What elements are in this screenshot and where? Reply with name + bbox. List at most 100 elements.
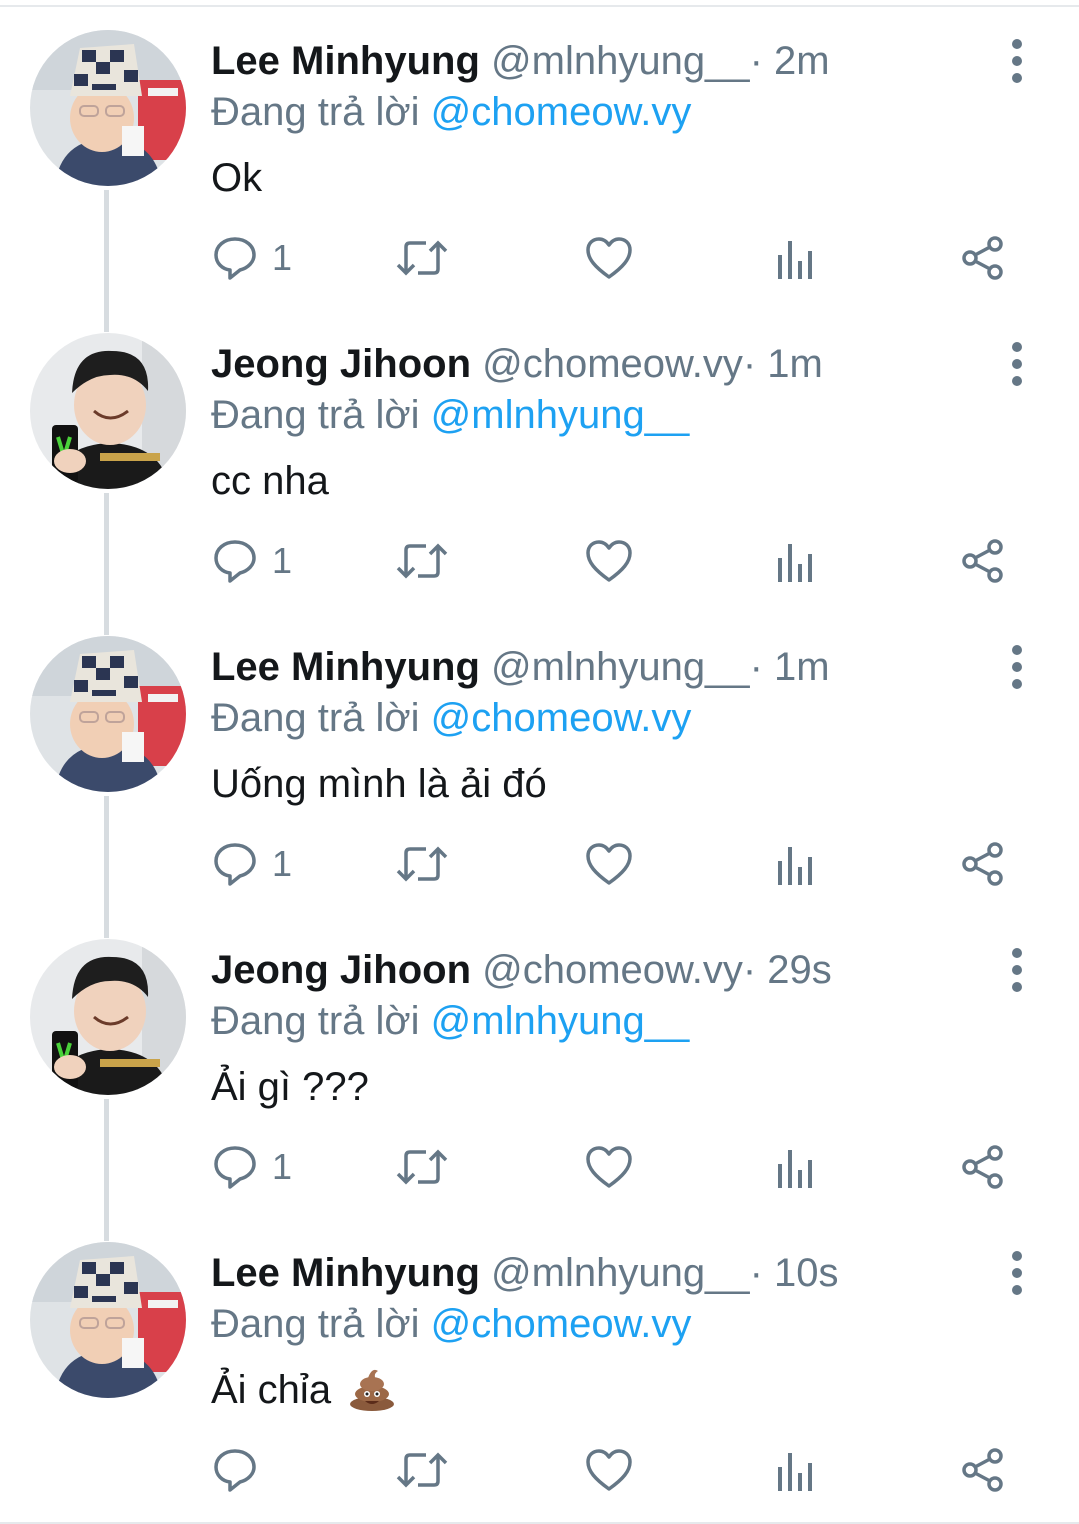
share-button[interactable]: [960, 1137, 1006, 1197]
retweet-icon: [396, 543, 448, 579]
avatar[interactable]: [30, 1242, 186, 1398]
author-name[interactable]: Jeong Jihoon: [211, 948, 471, 992]
analytics-icon: [778, 1453, 812, 1491]
separator: ·: [749, 645, 763, 689]
share-button[interactable]: [960, 531, 1006, 591]
analytics-button[interactable]: [776, 531, 816, 591]
tweet[interactable]: Lee Minhyung @mlnhyung__· 1m Đang trả lờ…: [0, 606, 1079, 909]
tweet-header: Jeong Jihoon @chomeow.vy· 29s: [211, 944, 969, 996]
more-options-icon[interactable]: [1000, 945, 1034, 995]
like-button[interactable]: [585, 834, 633, 894]
reply-button[interactable]: [212, 1440, 272, 1500]
timestamp[interactable]: 1m: [774, 645, 830, 689]
tweet[interactable]: Jeong Jihoon @chomeow.vy· 1m Đang trả lờ…: [0, 303, 1079, 606]
share-button[interactable]: [960, 1440, 1006, 1500]
reply-button[interactable]: 1: [212, 228, 292, 288]
like-icon: [586, 1449, 632, 1491]
like-button[interactable]: [585, 1440, 633, 1500]
share-icon: [962, 842, 1003, 886]
reply-prefix: Đang trả lời: [211, 999, 420, 1043]
reply-count: 1: [272, 1146, 293, 1187]
reply-mention-link[interactable]: @chomeow.vy: [431, 1302, 692, 1346]
reply-context: Đang trả lời @chomeow.vy: [211, 86, 691, 138]
tweet[interactable]: Lee Minhyung @mlnhyung__· 10s Đang trả l…: [0, 1212, 1079, 1515]
timestamp[interactable]: 2m: [774, 39, 830, 83]
author-name[interactable]: Lee Minhyung: [211, 39, 480, 83]
action-bar: [0, 1440, 1079, 1500]
tweet-header: Jeong Jihoon @chomeow.vy· 1m: [211, 338, 969, 390]
timestamp[interactable]: 29s: [767, 948, 832, 992]
reply-context: Đang trả lời @mlnhyung__: [211, 389, 689, 441]
author-name[interactable]: Lee Minhyung: [211, 645, 480, 689]
author-handle[interactable]: @mlnhyung__: [491, 645, 750, 689]
analytics-icon: [778, 1150, 812, 1188]
tweet-text: cc nha: [211, 459, 329, 503]
comment-icon: [214, 843, 256, 886]
reply-count: 1: [272, 237, 293, 278]
separator: ·: [749, 1251, 763, 1295]
author-handle[interactable]: @mlnhyung__: [491, 1251, 750, 1295]
like-icon: [586, 843, 632, 885]
analytics-button[interactable]: [776, 228, 816, 288]
author-handle[interactable]: @chomeow.vy: [482, 342, 743, 386]
tweet[interactable]: Jeong Jihoon @chomeow.vy· 29s Đang trả l…: [0, 909, 1079, 1212]
like-button[interactable]: [585, 1137, 633, 1197]
reply-context: Đang trả lời @chomeow.vy: [211, 1298, 691, 1350]
action-bar: 1: [0, 228, 1079, 288]
reply-prefix: Đang trả lời: [211, 90, 420, 134]
analytics-button[interactable]: [776, 1440, 816, 1500]
separator: ·: [749, 39, 763, 83]
retweet-button[interactable]: [396, 1440, 448, 1500]
timestamp[interactable]: 1m: [767, 342, 823, 386]
reply-context: Đang trả lời @chomeow.vy: [211, 692, 691, 744]
author-handle[interactable]: @chomeow.vy: [482, 948, 743, 992]
separator: ·: [742, 342, 757, 386]
analytics-button[interactable]: [776, 834, 816, 894]
retweet-button[interactable]: [396, 834, 448, 894]
comment-icon: [214, 237, 256, 280]
tweet-text: Uống mình là ải đó: [211, 762, 547, 806]
reply-mention-link[interactable]: @chomeow.vy: [431, 696, 692, 740]
comment-icon: [214, 1449, 256, 1492]
analytics-button[interactable]: [776, 1137, 816, 1197]
avatar[interactable]: [30, 333, 186, 489]
reply-prefix: Đang trả lời: [211, 393, 420, 437]
reply-mention-link[interactable]: @chomeow.vy: [431, 90, 692, 134]
retweet-button[interactable]: [396, 531, 448, 591]
reply-mention-link[interactable]: @mlnhyung__: [431, 393, 690, 437]
avatar[interactable]: [30, 939, 186, 1095]
separator: ·: [742, 948, 757, 992]
reply-button[interactable]: 1: [212, 1137, 292, 1197]
reply-prefix: Đang trả lời: [211, 696, 420, 740]
like-icon: [586, 540, 632, 582]
more-options-icon[interactable]: [1000, 642, 1034, 692]
more-options-icon[interactable]: [1000, 36, 1034, 86]
share-button[interactable]: [960, 834, 1006, 894]
author-handle[interactable]: @mlnhyung__: [491, 39, 750, 83]
reply-button[interactable]: 1: [212, 834, 292, 894]
avatar[interactable]: [30, 636, 186, 792]
reply-mention-link[interactable]: @mlnhyung__: [431, 999, 690, 1043]
retweet-icon: [396, 1149, 448, 1185]
like-icon: [586, 237, 632, 279]
pile-of-poo-emoji: [348, 1367, 396, 1424]
reply-button[interactable]: 1: [212, 531, 292, 591]
retweet-icon: [396, 1452, 448, 1488]
share-icon: [962, 539, 1003, 583]
author-name[interactable]: Lee Minhyung: [211, 1251, 480, 1295]
reply-count: 1: [272, 843, 293, 884]
more-options-icon[interactable]: [1000, 1248, 1034, 1298]
tweet-text: Ải gì ???: [211, 1065, 369, 1109]
retweet-button[interactable]: [396, 1137, 448, 1197]
share-button[interactable]: [960, 228, 1006, 288]
tweet[interactable]: Lee Minhyung @mlnhyung__· 2m Đang trả lờ…: [0, 0, 1079, 303]
avatar[interactable]: [30, 30, 186, 186]
like-button[interactable]: [585, 531, 633, 591]
reply-context: Đang trả lời @mlnhyung__: [211, 995, 689, 1047]
like-button[interactable]: [585, 228, 633, 288]
timestamp[interactable]: 10s: [774, 1251, 839, 1295]
action-bar: 1: [0, 834, 1079, 894]
author-name[interactable]: Jeong Jihoon: [211, 342, 471, 386]
more-options-icon[interactable]: [1000, 339, 1034, 389]
retweet-button[interactable]: [396, 228, 448, 288]
